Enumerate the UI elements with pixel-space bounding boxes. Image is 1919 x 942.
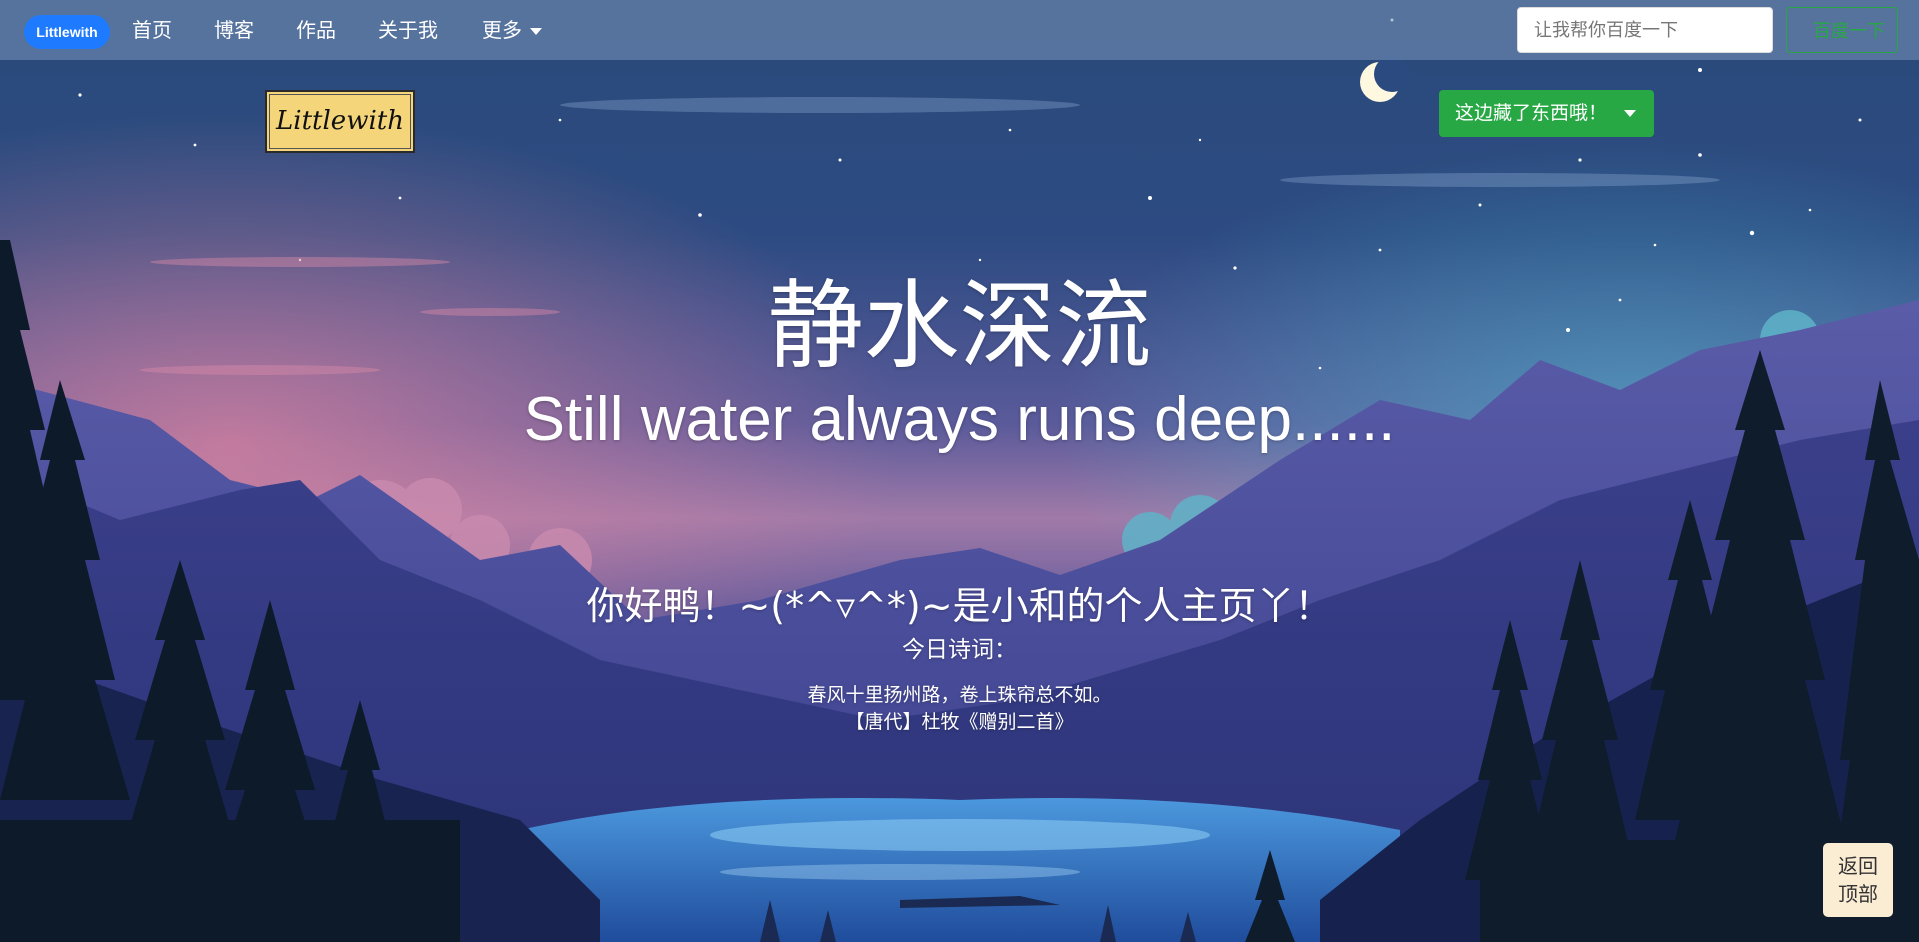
nav-item-home[interactable]: 首页 [132,16,172,44]
brand-logo-button[interactable]: Littlewith [24,15,110,49]
hero-title: 静水深流 [767,270,1152,382]
poem-label: 今日诗词： [902,637,1017,663]
hero-greeting: 你好鸭！~(*^▿^*)~是小和的个人主页丫！ [586,584,1333,628]
nav-item-about[interactable]: 关于我 [378,16,438,44]
search-button[interactable]: 百度一下 [1786,7,1898,53]
back-to-top-button[interactable]: 返回 顶部 [1823,843,1893,917]
secret-dropdown-button[interactable]: 这边藏了东西哦！ [1439,90,1654,137]
nav-item-blog[interactable]: 博客 [214,16,254,44]
poem-line: 春风十里扬州路，卷上珠帘总不如。 [807,684,1112,706]
secret-dropdown-label: 这边藏了东西哦！ [1455,102,1608,124]
poem-source: 【唐代】杜牧《赠别二首》 [845,711,1074,733]
nav-item-more-label: 更多 [482,18,522,42]
hero-subtitle: Still water always runs deep...... [523,385,1396,454]
back-to-top-line1: 返回 [1838,854,1878,878]
nav-item-works[interactable]: 作品 [296,16,336,44]
caret-down-icon [1624,110,1636,117]
site-logo-text: Littlewith [276,106,404,136]
top-navbar: Littlewith 首页 博客 作品 关于我 更多 百度一下 [0,0,1919,60]
nav-item-more-dropdown[interactable]: 更多 [482,16,542,44]
site-logo[interactable]: Littlewith [265,90,415,153]
caret-down-icon [530,28,542,35]
search-input[interactable] [1517,7,1773,53]
back-to-top-line2: 顶部 [1838,882,1878,906]
